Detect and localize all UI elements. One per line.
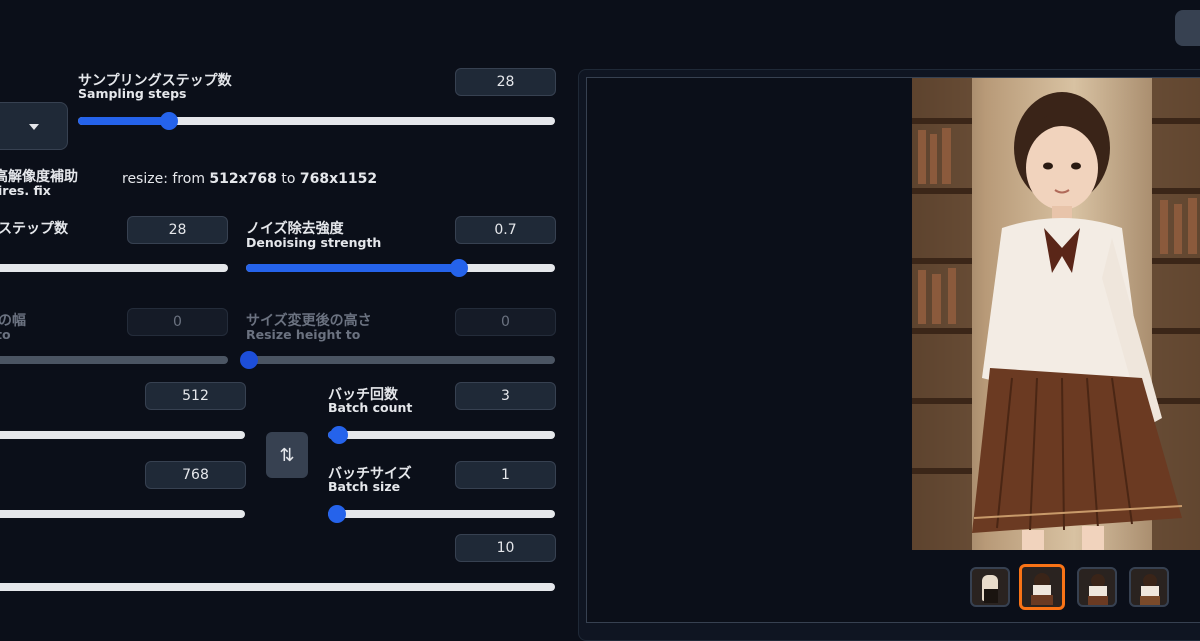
denoising-sublabel: Denoising strength [246,235,382,250]
resize-height-slider[interactable] [240,351,555,369]
hires-steps-label: ステップ数 [0,221,68,237]
resize-info: resize: from 512x768 to 768x1152 [122,171,377,187]
batch-size-input[interactable]: 1 [455,461,556,489]
gallery-thumbnail-selected[interactable] [1019,564,1065,610]
generated-image-content [912,78,1200,550]
gallery-thumbnail[interactable] [1129,567,1169,607]
top-right-button[interactable] [1175,10,1200,46]
sampling-steps-slider-thumb[interactable] [159,112,178,130]
width-slider[interactable] [0,431,245,439]
batch-count-slider[interactable] [328,426,555,444]
resize-prefix: resize: from [122,171,210,187]
denoising-input[interactable]: 0.7 [455,216,556,244]
height-slider[interactable] [0,510,245,518]
gallery-thumbnail[interactable] [1077,567,1117,607]
output-gallery [586,77,1200,623]
hires-steps-slider[interactable] [0,264,228,272]
resize-height-input[interactable]: 0 [455,308,556,336]
batch-count-input[interactable]: 3 [455,382,556,410]
denoising-slider[interactable] [246,259,555,277]
generated-image[interactable] [912,78,1200,550]
resize-from: 512x768 [209,171,277,187]
height-input[interactable]: 768 [145,461,246,489]
resize-width-sublabel: to [0,327,11,342]
batch-size-slider[interactable] [328,505,555,523]
resize-height-sublabel: Resize height to [246,327,361,342]
batch-size-slider-thumb[interactable] [328,505,347,523]
sampling-steps-sublabel: Sampling steps [78,86,187,101]
cfg-scale-slider[interactable] [0,583,555,591]
sampling-steps-input[interactable]: 28 [455,68,556,96]
denoising-slider-thumb[interactable] [450,259,469,277]
cfg-scale-input[interactable]: 10 [455,534,556,562]
swap-vertical-icon: ⇅ [279,444,295,466]
batch-count-sublabel: Batch count [328,400,413,415]
resize-mid: to [276,171,300,187]
width-input[interactable]: 512 [145,382,246,410]
hires-steps-input[interactable]: 28 [127,216,228,244]
hires-fix-sublabel: ires. fix [0,183,51,198]
sampler-dropdown[interactable] [0,102,68,150]
caret-down-icon [29,124,39,130]
resize-to: 768x1152 [299,171,378,187]
gallery-thumbnail[interactable] [970,567,1010,607]
sampling-steps-slider[interactable] [78,112,555,130]
resize-width-slider[interactable] [0,356,228,364]
swap-dimensions-button[interactable]: ⇅ [266,432,308,478]
resize-width-input[interactable]: 0 [127,308,228,336]
batch-count-slider-thumb[interactable] [330,426,349,444]
batch-size-sublabel: Batch size [328,479,401,494]
resize-height-slider-thumb[interactable] [240,351,259,369]
